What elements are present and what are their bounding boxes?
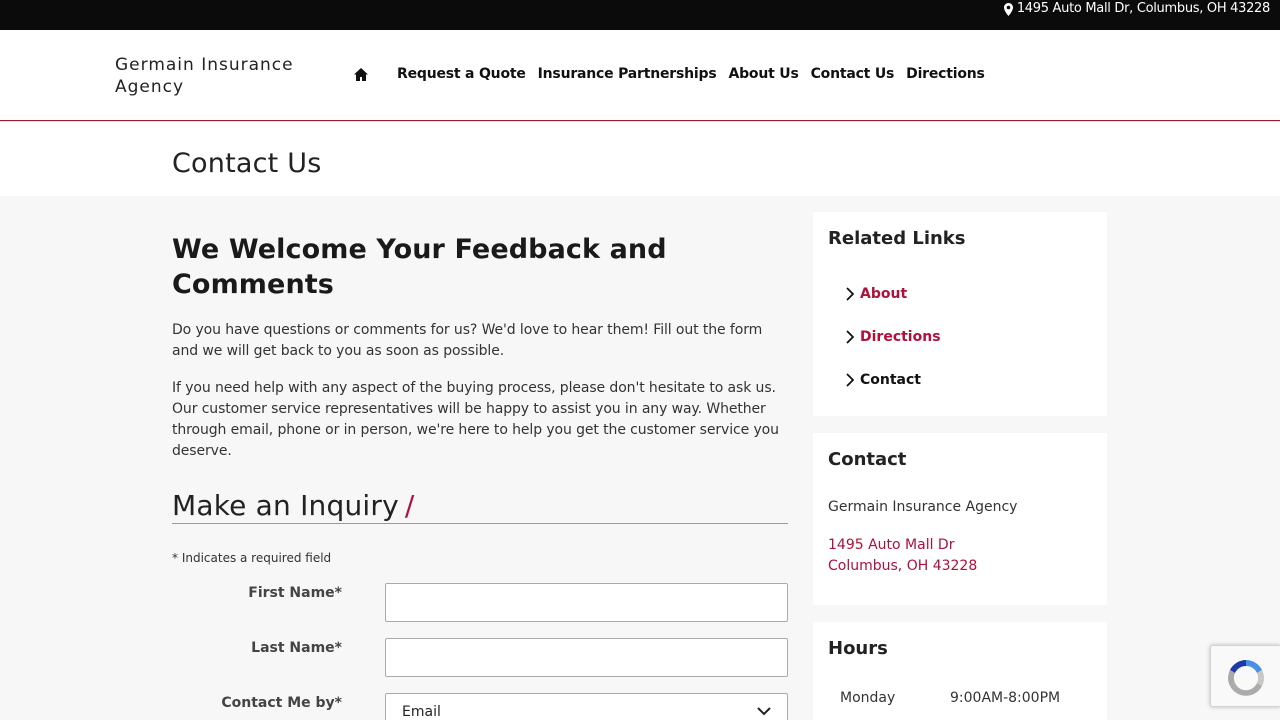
chevron-down-icon: [757, 707, 771, 716]
nav-insurance-partnerships[interactable]: Insurance Partnerships: [538, 66, 717, 82]
nav-contact-us[interactable]: Contact Us: [811, 66, 895, 82]
nav-about-us[interactable]: About Us: [728, 66, 798, 82]
contact-address-line-2: Columbus, OH 43228: [828, 558, 978, 574]
related-link-about-label: About: [860, 286, 908, 302]
feedback-heading: We Welcome Your Feedback and Comments: [172, 234, 667, 300]
brand-logo[interactable]: Germain Insurance Agency: [115, 54, 325, 98]
brand-line-1: Germain Insurance: [115, 55, 294, 75]
nav-directions[interactable]: Directions: [906, 66, 985, 82]
inquiry-title-text: Make an Inquiry: [172, 489, 399, 522]
related-link-directions[interactable]: Directions: [846, 329, 941, 345]
site-header: Germain Insurance Agency Request a Quote…: [0, 30, 1280, 121]
hours-row: Monday 9:00AM-8:00PM: [840, 690, 1060, 706]
first-name-input[interactable]: [385, 583, 788, 622]
intro-paragraph: Do you have questions or comments for us…: [172, 322, 763, 359]
inquiry-title: Make an Inquiry /: [172, 488, 788, 524]
inquiry-section-header: Make an Inquiry /: [172, 488, 788, 524]
contact-address-link[interactable]: 1495 Auto Mall Dr Columbus, OH 43228: [828, 535, 977, 577]
recaptcha-badge[interactable]: [1210, 645, 1280, 707]
chevron-right-icon: [846, 287, 854, 301]
last-name-row: Last Name*: [172, 638, 788, 678]
map-pin-icon: [1003, 2, 1013, 16]
contact-by-row: Contact Me by* Email: [172, 693, 788, 720]
related-link-directions-label: Directions: [860, 329, 941, 345]
main-nav: Request a Quote Insurance Partnerships A…: [397, 66, 985, 82]
page-title: Contact Us: [172, 148, 322, 179]
chevron-right-icon: [846, 330, 854, 344]
hours-day: Monday: [840, 690, 896, 706]
related-link-contact-label: Contact: [860, 372, 921, 388]
required-note: * Indicates a required field: [172, 551, 332, 565]
contact-by-value: Email: [402, 704, 441, 720]
related-link-contact[interactable]: Contact: [846, 372, 921, 388]
last-name-label: Last Name*: [251, 640, 342, 656]
top-bar: 1495 Auto Mall Dr, Columbus, OH 43228: [0, 0, 1280, 30]
inquiry-title-accent: /: [404, 489, 415, 522]
contact-by-select[interactable]: Email: [385, 693, 788, 720]
related-links-card: Related Links About Directions Contact: [813, 212, 1107, 416]
main-content: We Welcome Your Feedback and Comments Do…: [172, 232, 788, 462]
help-paragraph: If you need help with any aspect of the …: [172, 380, 779, 459]
last-name-input[interactable]: [385, 638, 788, 677]
related-links-title: Related Links: [828, 228, 966, 249]
related-link-about[interactable]: About: [846, 286, 907, 302]
hours-time: 9:00AM-8:00PM: [950, 690, 1061, 706]
contact-card-title: Contact: [828, 449, 907, 470]
contact-by-label: Contact Me by*: [221, 695, 342, 711]
hours-card: Hours Monday 9:00AM-8:00PM: [813, 622, 1107, 720]
contact-address-line-1: 1495 Auto Mall Dr: [828, 537, 955, 553]
contact-business-name: Germain Insurance Agency: [828, 499, 1018, 515]
contact-card: Contact Germain Insurance Agency 1495 Au…: [813, 433, 1107, 605]
chevron-right-icon: [846, 373, 854, 387]
nav-request-quote[interactable]: Request a Quote: [397, 66, 526, 82]
recaptcha-icon: [1228, 660, 1264, 696]
top-address[interactable]: 1495 Auto Mall Dr, Columbus, OH 43228: [1003, 1, 1270, 17]
top-address-text: 1495 Auto Mall Dr, Columbus, OH 43228: [1016, 1, 1270, 16]
first-name-label: First Name*: [248, 585, 342, 601]
title-band: Contact Us: [0, 122, 1280, 196]
brand-line-2: Agency: [115, 77, 185, 97]
home-icon[interactable]: [354, 68, 368, 81]
first-name-row: First Name*: [172, 583, 788, 623]
hours-card-title: Hours: [828, 638, 888, 659]
